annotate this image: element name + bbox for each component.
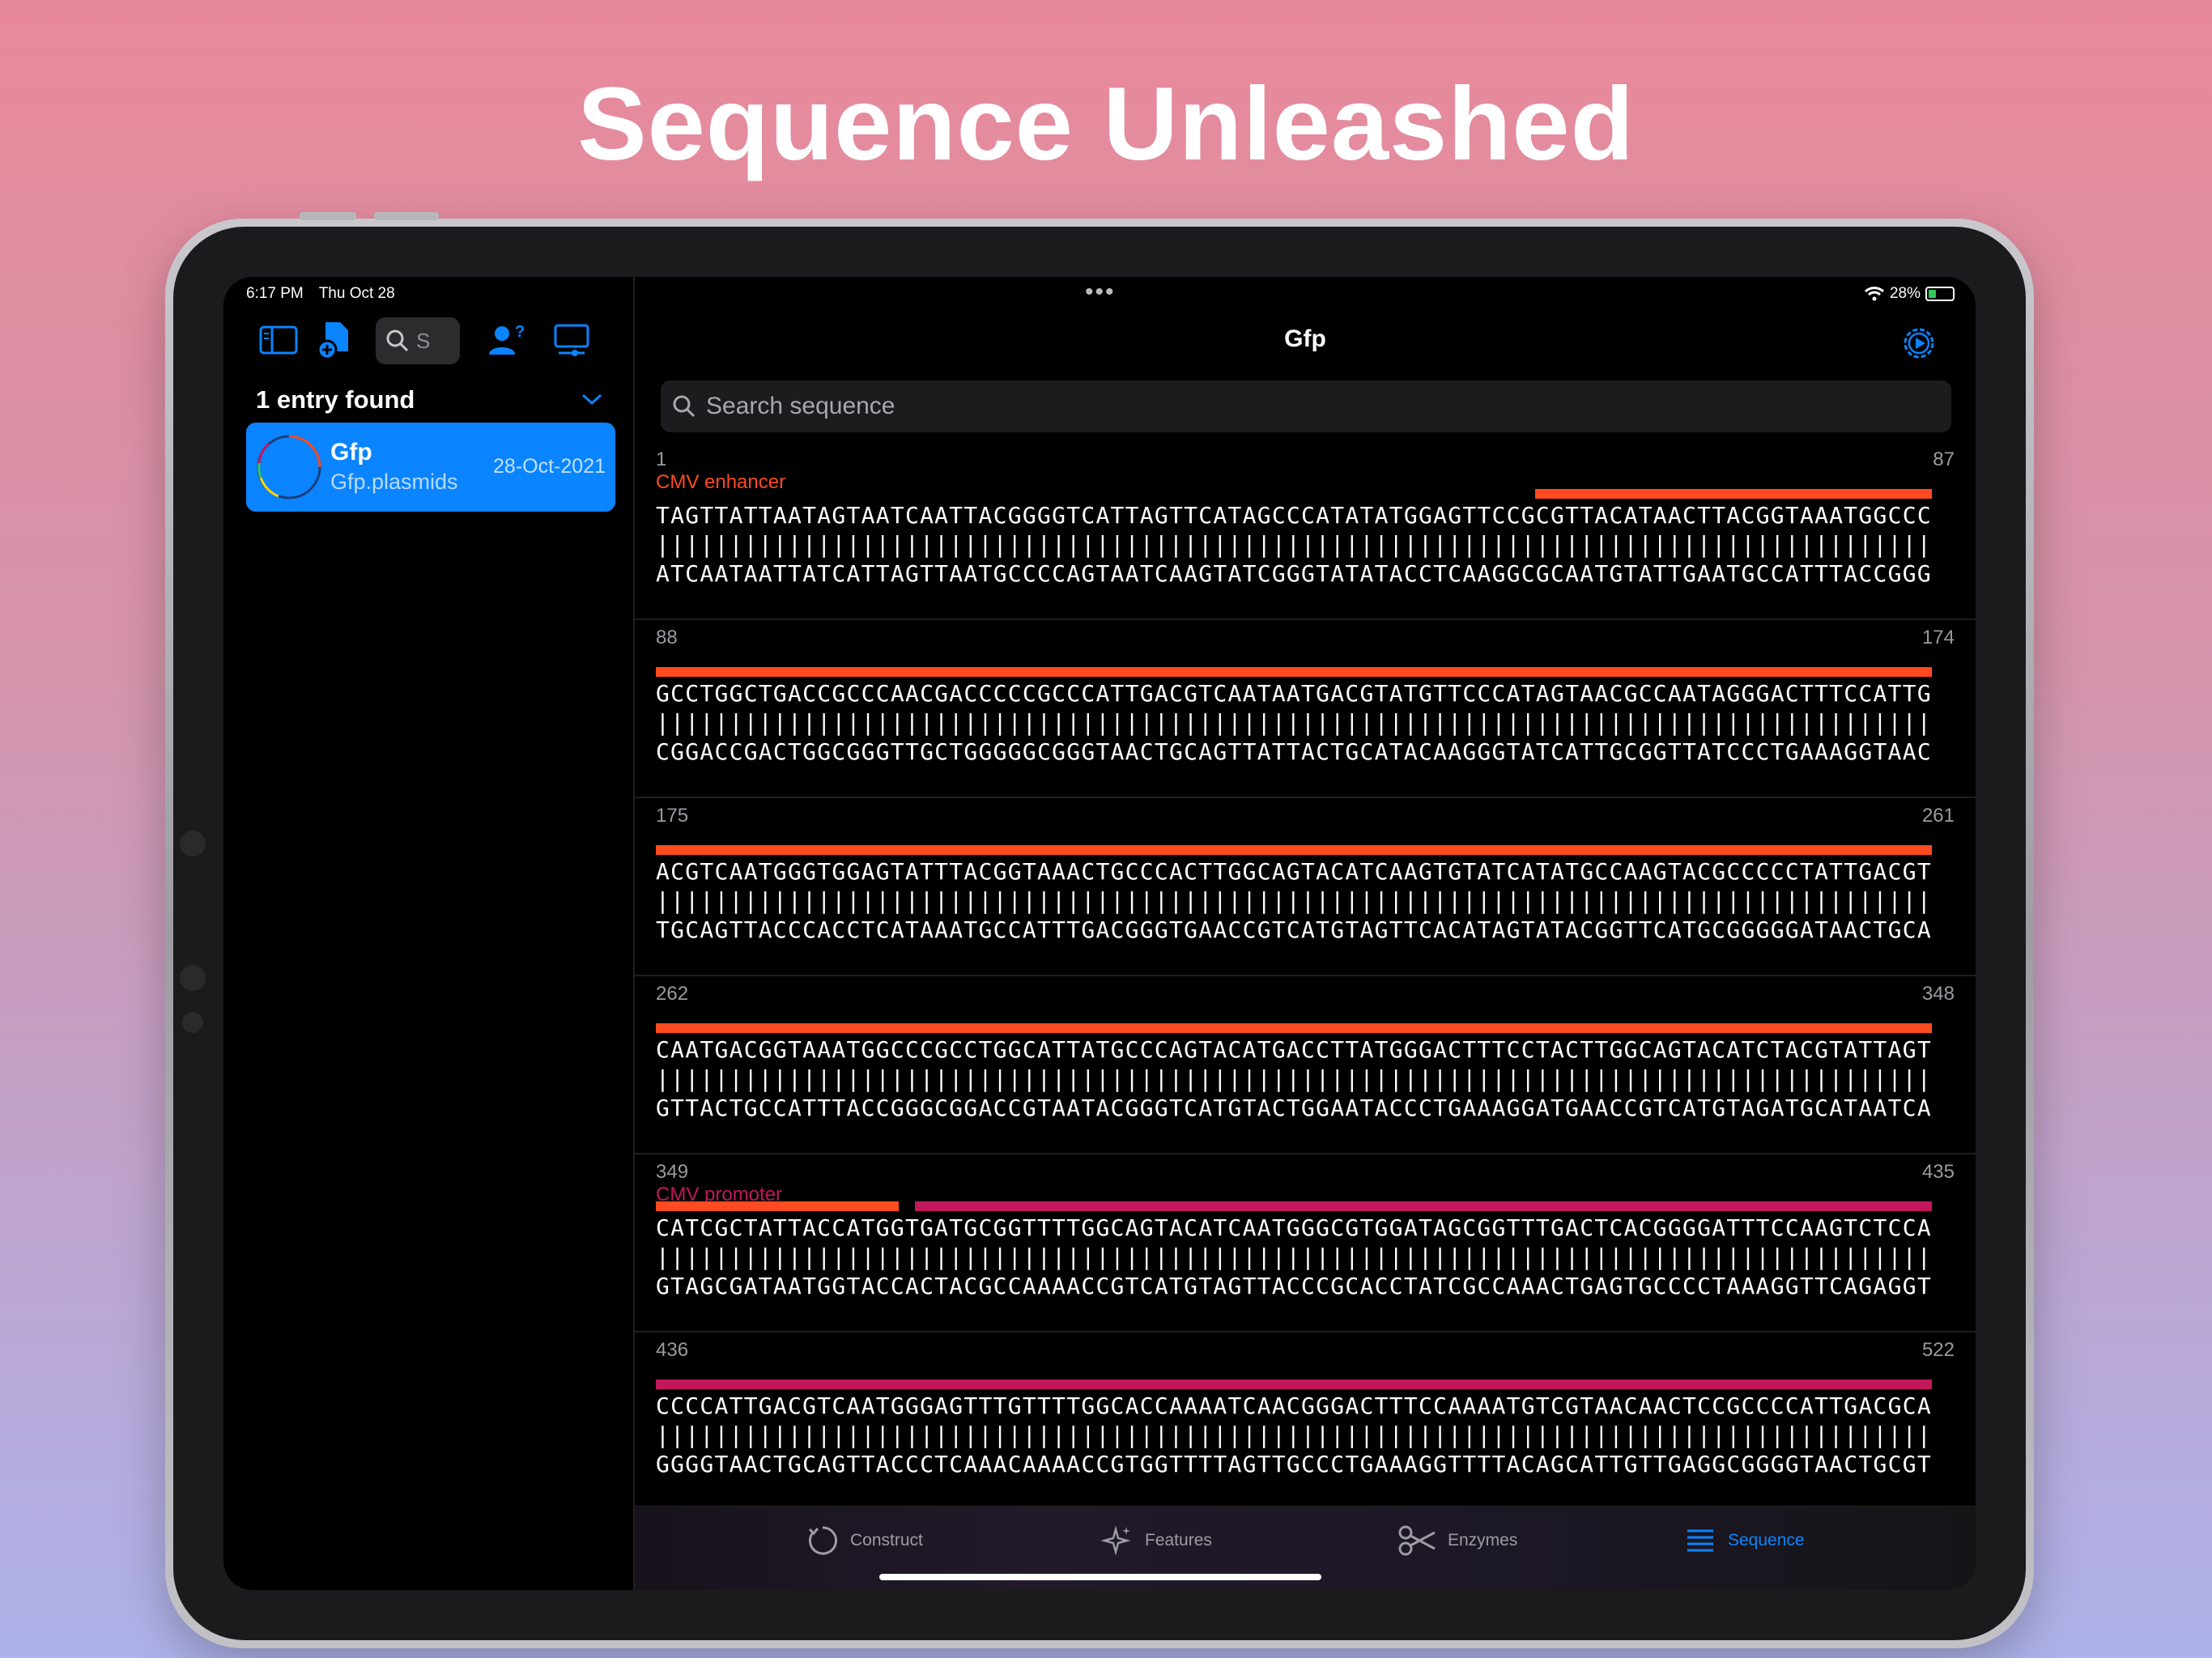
- chevron-down-icon[interactable]: [580, 390, 604, 408]
- sequence-search-field[interactable]: Search sequence: [661, 380, 1951, 432]
- block-start-position: 349: [656, 1161, 689, 1183]
- reverse-strand: GGGGTAACTGCAGTTACCCTCAAACAAAACCGTGGTTTTA…: [656, 1451, 1932, 1477]
- feature-label[interactable]: CMV enhancer: [656, 471, 785, 494]
- search-icon: [673, 395, 696, 418]
- sequence-block: 349 435 CMV promoter CATCGCTATTACCATGGTG…: [635, 1154, 1976, 1333]
- search-icon: [386, 329, 409, 352]
- list-icon: [1687, 1529, 1713, 1552]
- forward-strand: ACGTCAATGGGTGGAGTATTTACGGTAAACTGCCCACTTG…: [656, 858, 1932, 885]
- cmv-enhancer-feature-bar[interactable]: [656, 667, 1932, 677]
- cmv-enhancer-feature-bar[interactable]: [1535, 489, 1932, 499]
- base-pair-matches: ||||||||||||||||||||||||||||||||||||||||…: [656, 887, 1932, 914]
- main-pane: ••• 28% Gfp Search sequence 1 87 CMV enh…: [635, 277, 1976, 1590]
- headline: Sequence Unleashed: [577, 66, 1635, 182]
- camera-dot: [180, 965, 206, 991]
- sidebar-search-placeholder: S: [416, 329, 431, 353]
- tab-label: Sequence: [1728, 1531, 1805, 1550]
- sequence-view[interactable]: 1 87 CMV enhancer TAGTTATTAATAGTAATCAATT…: [635, 442, 1976, 1511]
- screen: 6:17 PM Thu Oct 28 S ? 1 entry found Gfp…: [223, 277, 1976, 1590]
- sequence-block: 88 174 GCCTGGCTGACCGCCCAACGACCCCCGCCCATT…: [635, 620, 1976, 798]
- user-help-icon[interactable]: ?: [486, 319, 528, 361]
- reverse-strand: TGCAGTTACCCACCTCATAAATGCCATTTGACGGGTGAAC…: [656, 916, 1932, 943]
- plasmid-map-icon: [257, 435, 321, 500]
- tab-label: Construct: [850, 1531, 923, 1550]
- block-end-position: 435: [1921, 1161, 1955, 1183]
- block-end-position: 87: [1933, 449, 1955, 470]
- camera-dot: [182, 1012, 203, 1033]
- cmv-promoter-feature-bar[interactable]: [915, 1201, 1932, 1211]
- construct-icon: [808, 1526, 837, 1555]
- cmv-enhancer-feature-bar[interactable]: [656, 1023, 1932, 1033]
- forward-strand: CAATGACGGTAAATGGCCCGCCTGGCATTATGCCCAGTAC…: [656, 1036, 1932, 1063]
- sequence-block: 1 87 CMV enhancer TAGTTATTAATAGTAATCAATT…: [635, 442, 1976, 620]
- block-start-position: 175: [656, 805, 689, 827]
- forward-strand: CCCCATTGACGTCAATGGGAGTTTGTTTTGGCACCAAAAT…: [656, 1392, 1932, 1419]
- scissors-icon: [1398, 1525, 1436, 1556]
- base-pair-matches: ||||||||||||||||||||||||||||||||||||||||…: [656, 531, 1932, 558]
- block-start-position: 1: [656, 449, 667, 470]
- tab-label: Enzymes: [1448, 1531, 1518, 1550]
- entry-name: Gfp: [330, 439, 372, 466]
- sequence-block: 436 522 CCCCATTGACGTCAATGGGAGTTTGTTTTGGC…: [635, 1333, 1976, 1511]
- tab-bar: Construct Features Enzymes Sequence: [635, 1506, 1976, 1590]
- block-end-position: 348: [1921, 983, 1955, 1005]
- sidebar: 6:17 PM Thu Oct 28 S ? 1 entry found Gfp…: [223, 277, 635, 1590]
- gear-icon[interactable]: [1901, 325, 1937, 361]
- entry-subtitle: Gfp.plasmids: [330, 470, 458, 494]
- tab-enzymes[interactable]: Enzymes: [1397, 1524, 1517, 1557]
- sequence-search-placeholder: Search sequence: [706, 393, 895, 419]
- home-indicator[interactable]: [879, 1574, 1321, 1580]
- reverse-strand: GTAGCGATAATGGTACCACTACGCCAAAACCGTCATGTAG…: [656, 1273, 1932, 1299]
- sidebar-search[interactable]: S: [376, 317, 460, 364]
- reverse-strand: ATCAATAATTATCATTAGTTAATGCCCCAGTAATCAAGTA…: [656, 560, 1932, 587]
- block-start-position: 262: [656, 983, 689, 1005]
- forward-strand: CATCGCTATTACCATGGTGATGCGGTTTTGGCAGTACATC…: [656, 1214, 1932, 1241]
- block-end-position: 261: [1921, 805, 1955, 827]
- status-time: 6:17 PM: [246, 285, 304, 302]
- document-title: Gfp: [1284, 325, 1326, 352]
- entry-date: 28-Oct-2021: [493, 455, 606, 478]
- entry-list-item[interactable]: Gfp Gfp.plasmids 28-Oct-2021: [246, 423, 615, 512]
- base-pair-matches: ||||||||||||||||||||||||||||||||||||||||…: [656, 1244, 1932, 1270]
- tab-construct[interactable]: Construct: [806, 1524, 923, 1557]
- battery-percent: 28%: [1889, 285, 1921, 302]
- svg-text:?: ?: [515, 323, 525, 341]
- block-start-position: 88: [656, 627, 678, 648]
- tab-features[interactable]: Features: [1101, 1524, 1212, 1557]
- new-document-icon[interactable]: [314, 319, 356, 361]
- cmv-enhancer-feature-bar[interactable]: [656, 1201, 899, 1211]
- base-pair-matches: ||||||||||||||||||||||||||||||||||||||||…: [656, 1065, 1932, 1092]
- forward-strand: GCCTGGCTGACCGCCCAACGACCCCCGCCCATTGACGTCA…: [656, 680, 1932, 707]
- tab-sequence[interactable]: Sequence: [1684, 1524, 1805, 1557]
- block-end-position: 174: [1921, 627, 1955, 648]
- device-button: [300, 212, 356, 220]
- reverse-strand: GTTACTGCCATTTACCGGGCGGACCGTAATACGGGTCATG…: [656, 1095, 1932, 1121]
- sequence-block: 262 348 CAATGACGGTAAATGGCCCGCCTGGCATTATG…: [635, 976, 1976, 1154]
- forward-strand: TAGTTATTAATAGTAATCAATTACGGGGTCATTAGTTCAT…: [656, 502, 1932, 529]
- device-button: [374, 212, 439, 220]
- sequence-block: 175 261 ACGTCAATGGGTGGAGTATTTACGGTAAACTG…: [635, 798, 1976, 976]
- base-pair-matches: ||||||||||||||||||||||||||||||||||||||||…: [656, 709, 1932, 736]
- entries-found-label: 1 entry found: [256, 385, 415, 414]
- base-pair-matches: ||||||||||||||||||||||||||||||||||||||||…: [656, 1422, 1932, 1448]
- block-end-position: 522: [1921, 1339, 1955, 1361]
- status-date: Thu Oct 28: [318, 285, 395, 302]
- cmv-promoter-feature-bar[interactable]: [656, 1380, 1932, 1389]
- display-settings-icon[interactable]: [551, 319, 593, 361]
- sidebar-toggle-icon[interactable]: [257, 319, 300, 361]
- battery-icon: [1925, 287, 1955, 301]
- status-right: 28%: [1864, 285, 1955, 303]
- tab-label: Features: [1145, 1531, 1212, 1550]
- status-left: 6:17 PM Thu Oct 28: [246, 285, 406, 303]
- multitasking-dots[interactable]: •••: [1085, 278, 1116, 306]
- reverse-strand: CGGACCGACTGGCGGGTTGCTGGGGGCGGGTAACTGCAGT…: [656, 738, 1932, 765]
- sparkle-icon: [1101, 1525, 1131, 1556]
- wifi-icon: [1864, 287, 1884, 301]
- cmv-enhancer-feature-bar[interactable]: [656, 845, 1932, 855]
- block-start-position: 436: [656, 1339, 689, 1361]
- camera-dot: [180, 831, 206, 857]
